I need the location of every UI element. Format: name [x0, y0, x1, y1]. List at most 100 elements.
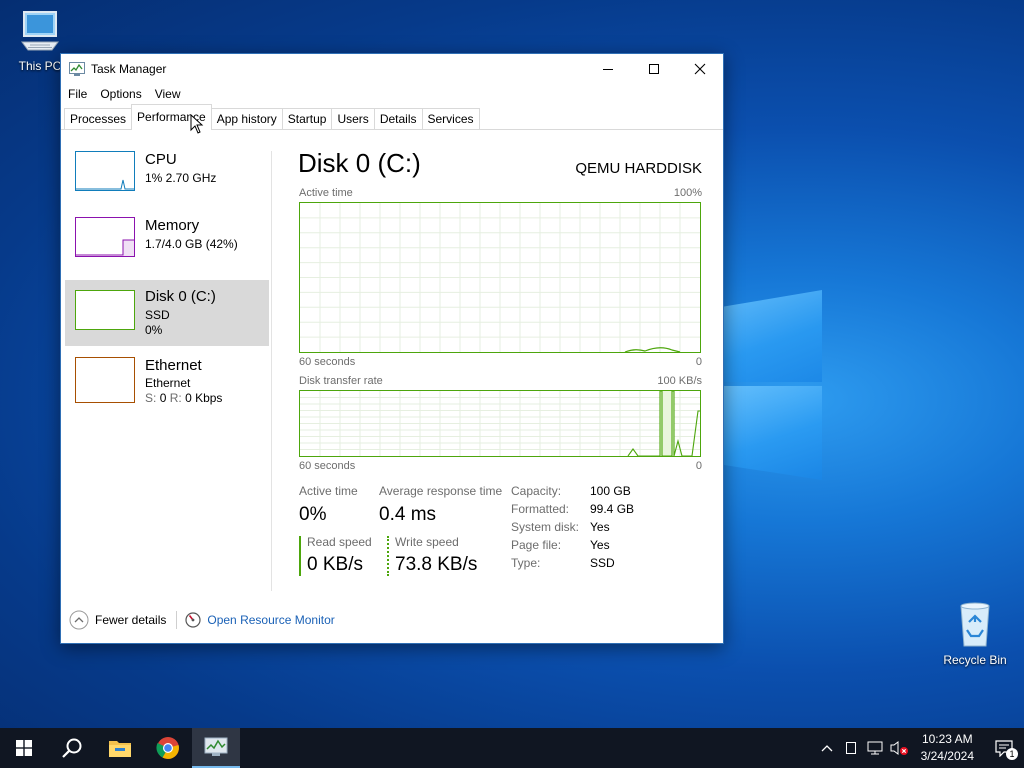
tab-details[interactable]: Details — [373, 108, 423, 129]
write-speed-label: Write speed — [395, 535, 459, 549]
tab-app-history[interactable]: App history — [210, 108, 283, 129]
tab-users[interactable]: Users — [331, 108, 375, 129]
volume-button[interactable] — [887, 728, 911, 768]
write-speed-marker — [387, 536, 389, 576]
window-footer: Fewer details Open Resource Monitor — [69, 610, 335, 630]
property-key: Capacity: — [511, 484, 562, 498]
property-key: System disk: — [511, 520, 580, 534]
tab-strip: Processes Performance App history Startu… — [61, 104, 723, 134]
resource-detail: 1% 2.70 GHz — [145, 171, 217, 185]
resource-name: Memory — [145, 217, 200, 234]
read-speed-value: 0 KB/s — [307, 554, 363, 575]
resource-detail: Ethernet — [145, 376, 191, 390]
menu-view[interactable]: View — [154, 87, 187, 101]
resource-detail: SSD — [145, 308, 170, 322]
property-value: 99.4 GB — [590, 502, 635, 516]
page-title: Disk 0 (C:) — [298, 148, 421, 178]
property-key: Page file: — [511, 538, 562, 552]
transfer-rate-graph-time: 60 seconds — [299, 460, 356, 472]
clock-time: 10:23 AM — [921, 732, 973, 746]
resource-item-memory[interactable]: Memory 1.7/4.0 GB (42%) — [65, 217, 269, 277]
fewer-details-button[interactable]: Fewer details — [69, 610, 166, 630]
notification-center-button[interactable]: 1 — [984, 728, 1024, 768]
system-tray: 10:23 AM 3/24/2024 1 — [815, 728, 1024, 768]
cpu-thumbnail-graph — [75, 151, 135, 191]
property-key: Type: — [511, 556, 541, 570]
desktop-icon-label: Recycle Bin — [943, 653, 1007, 667]
taskbar-file-explorer[interactable] — [96, 728, 144, 768]
resource-item-ethernet[interactable]: Ethernet Ethernet S: 0 R: 0 Kbps — [65, 349, 269, 409]
resource-throughput: S: 0 R: 0 Kbps — [145, 391, 223, 405]
transfer-rate-graph-label: Disk transfer rate — [299, 375, 383, 387]
maximize-button[interactable] — [631, 54, 677, 84]
transfer-rate-graph-min: 0 — [695, 460, 702, 472]
resource-item-disk[interactable]: Disk 0 (C:) SSD 0% — [65, 280, 269, 346]
property-value: 100 GB — [590, 484, 631, 498]
tab-startup[interactable]: Startup — [281, 108, 333, 129]
active-time-trace — [624, 347, 681, 352]
property-value: Yes — [590, 520, 610, 534]
read-speed-marker — [299, 536, 301, 576]
chevron-up-icon — [69, 610, 89, 630]
start-button[interactable] — [0, 728, 48, 768]
open-resource-monitor-label: Open Resource Monitor — [207, 613, 335, 627]
task-manager-app-icon — [69, 62, 85, 76]
tab-services[interactable]: Services — [421, 108, 480, 129]
this-pc-icon — [21, 11, 59, 51]
property-value: SSD — [590, 556, 615, 570]
minimize-button[interactable] — [585, 54, 631, 84]
clock-date: 3/24/2024 — [920, 749, 974, 763]
network-button[interactable] — [863, 728, 887, 768]
clock[interactable]: 10:23 AM 3/24/2024 — [911, 731, 984, 765]
search-button[interactable] — [48, 728, 96, 768]
panel-divider — [271, 151, 272, 591]
close-button[interactable] — [677, 54, 723, 84]
taskbar-task-manager[interactable] — [192, 728, 240, 768]
windows-start-icon — [16, 740, 32, 756]
device-icon — [845, 742, 856, 754]
window-title: Task Manager — [91, 62, 167, 76]
active-time-graph — [299, 202, 701, 353]
taskbar-chrome[interactable] — [144, 728, 192, 768]
transfer-rate-graph — [299, 390, 701, 457]
tray-device-button[interactable] — [839, 728, 863, 768]
property-value: Yes — [590, 538, 610, 552]
disk-thumbnail-graph — [75, 290, 135, 330]
mouse-cursor-icon — [190, 114, 204, 134]
chrome-icon — [156, 737, 179, 759]
maximize-icon — [649, 64, 659, 74]
notification-count-badge: 1 — [1006, 748, 1018, 760]
resource-item-cpu[interactable]: CPU 1% 2.70 GHz — [65, 151, 269, 211]
chevron-up-icon — [821, 745, 833, 752]
property-key: Formatted: — [511, 502, 570, 516]
active-time-graph-min: 0 — [695, 356, 702, 368]
minimize-icon — [603, 69, 613, 70]
active-time-graph-time: 60 seconds — [299, 356, 356, 368]
taskbar: 10:23 AM 3/24/2024 1 — [0, 728, 1024, 768]
task-manager-icon — [204, 737, 228, 756]
desktop-icon-recycle-bin[interactable]: Recycle Bin — [940, 600, 1010, 667]
volume-muted-icon — [890, 741, 908, 755]
tab-processes[interactable]: Processes — [64, 108, 133, 129]
show-hidden-icons-button[interactable] — [815, 728, 839, 768]
search-icon — [62, 738, 82, 758]
device-name: QEMU HARDDISK — [575, 160, 702, 177]
resource-list: CPU 1% 2.70 GHz Memory 1.7/4.0 GB (42%) … — [65, 151, 269, 415]
menu-bar: File Options View — [61, 84, 723, 104]
read-speed-label: Read speed — [307, 535, 372, 549]
open-resource-monitor-link[interactable]: Open Resource Monitor — [185, 612, 335, 628]
title-bar[interactable]: Task Manager — [61, 54, 723, 84]
resource-monitor-icon — [185, 612, 201, 628]
task-manager-window: Task Manager File Options View Processes… — [60, 53, 724, 644]
resource-name: Disk 0 (C:) — [145, 288, 216, 305]
menu-options[interactable]: Options — [99, 87, 147, 101]
menu-file[interactable]: File — [67, 87, 93, 101]
active-time-label: Active time — [299, 484, 358, 498]
fewer-details-label: Fewer details — [95, 613, 167, 627]
avg-response-value: 0.4 ms — [379, 504, 437, 525]
avg-response-label: Average response time — [379, 484, 503, 498]
resource-detail: 0% — [145, 323, 163, 337]
active-time-graph-label: Active time — [299, 187, 353, 199]
transfer-rate-graph-max: 100 KB/s — [657, 375, 702, 387]
resource-name: Ethernet — [145, 357, 202, 374]
